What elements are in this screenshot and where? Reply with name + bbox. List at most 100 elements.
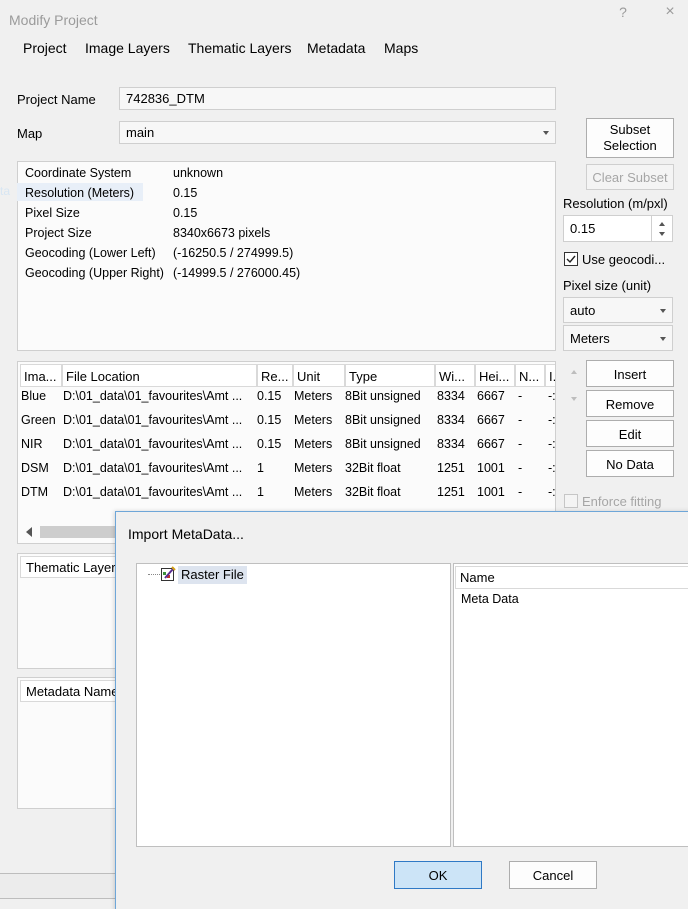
cell: 8334: [437, 437, 465, 451]
cell: Meters: [294, 437, 333, 451]
cell: Meters: [294, 485, 333, 499]
no-data-button[interactable]: No Data: [586, 450, 674, 477]
cell: 0.15: [257, 437, 282, 451]
col-header[interactable]: N...: [515, 364, 545, 387]
ok-button[interactable]: OK: [394, 861, 482, 889]
enforce-fitting-checkbox[interactable]: [564, 494, 578, 508]
col-header[interactable]: Type: [345, 364, 435, 387]
pixel-size-select[interactable]: auto: [563, 297, 673, 323]
close-icon[interactable]: ×: [660, 3, 680, 21]
spinner-buttons[interactable]: [651, 216, 672, 241]
map-select[interactable]: main: [119, 121, 556, 144]
table-row[interactable]: DSM D:\01_data\01_favourites\Amt ... 1 M…: [18, 458, 555, 482]
cell: -:: [548, 413, 556, 427]
name-column-header[interactable]: Name: [455, 566, 688, 589]
info-value: 8340x6673 pixels: [173, 226, 271, 240]
thematic-header[interactable]: Thematic Layer: [20, 556, 120, 578]
unit-select[interactable]: Meters: [563, 325, 673, 351]
edit-button[interactable]: Edit: [586, 420, 674, 447]
cell: Meters: [294, 389, 333, 403]
help-icon[interactable]: ?: [613, 4, 633, 22]
table-row[interactable]: Blue D:\01_data\01_favourites\Amt ... 0.…: [18, 386, 555, 410]
col-header[interactable]: File Location: [62, 364, 257, 387]
spin-down-icon[interactable]: [659, 232, 665, 236]
use-geocoding-checkbox[interactable]: [564, 252, 578, 266]
chevron-down-icon: [543, 131, 549, 135]
metadata-header[interactable]: Metadata Name: [20, 680, 120, 702]
spin-up-icon[interactable]: [659, 222, 665, 226]
info-key: Geocoding (Upper Right): [25, 266, 164, 280]
cell: 8334: [437, 389, 465, 403]
cell: 1: [257, 485, 264, 499]
info-key: Project Size: [25, 226, 92, 240]
cell: 1001: [477, 461, 505, 475]
tab-image-layers[interactable]: Image Layers: [85, 40, 170, 58]
project-name-input[interactable]: 742836_DTM: [119, 87, 556, 110]
tree-view[interactable]: [136, 563, 451, 847]
resolution-value: 0.15: [570, 221, 596, 236]
info-value: 0.15: [173, 206, 198, 220]
unit-value: Meters: [570, 331, 610, 346]
use-geocoding-label: Use geocodi...: [582, 252, 666, 267]
cell: D:\01_data\01_favourites\Amt ...: [63, 437, 243, 451]
resolution-label: Resolution (m/pxl): [563, 196, 668, 211]
insert-button[interactable]: Insert: [586, 360, 674, 387]
col-header[interactable]: Wi...: [435, 364, 475, 387]
col-header[interactable]: Ima...: [20, 364, 62, 387]
cell: 1: [257, 461, 264, 475]
cell: 8334: [437, 413, 465, 427]
tab-maps[interactable]: Maps: [384, 40, 418, 58]
cell: 1251: [437, 485, 465, 499]
info-value: (-16250.5 / 274999.5): [173, 246, 294, 260]
info-key: Geocoding (Lower Left): [25, 246, 156, 260]
move-down-icon[interactable]: [571, 397, 577, 401]
cell: Green: [21, 413, 56, 427]
info-key: Coordinate System: [25, 166, 132, 180]
cell: DTM: [21, 485, 49, 499]
clear-subset-button[interactable]: Clear Subset: [586, 164, 674, 190]
tab-project[interactable]: Project: [23, 40, 67, 58]
scroll-thumb[interactable]: [40, 526, 116, 538]
cell: 6667: [477, 437, 505, 451]
enforce-fitting-label: Enforce fitting: [582, 494, 662, 509]
col-header[interactable]: I...: [545, 364, 555, 387]
cell: -: [518, 437, 523, 451]
move-up-icon[interactable]: [571, 370, 577, 374]
cancel-button[interactable]: Cancel: [509, 861, 597, 889]
cell: -: [518, 461, 523, 475]
cell: DSM: [21, 461, 49, 475]
col-header[interactable]: Unit: [293, 364, 345, 387]
list-item[interactable]: Meta Data: [461, 592, 519, 606]
map-label: Map: [17, 126, 43, 141]
table-row[interactable]: DTM D:\01_data\01_favourites\Amt ... 1 M…: [18, 482, 555, 506]
chevron-down-icon: [660, 309, 666, 313]
col-header[interactable]: Re...: [257, 364, 293, 387]
cell: -: [518, 485, 523, 499]
cell: 1251: [437, 461, 465, 475]
project-name-label: Project Name: [17, 92, 96, 107]
cell: 8Bit unsigned: [345, 389, 421, 403]
remove-button[interactable]: Remove: [586, 390, 674, 417]
cell: 32Bit float: [345, 461, 401, 475]
window-title: Modify Project: [9, 12, 98, 28]
cell: 6667: [477, 389, 505, 403]
tab-thematic-layers[interactable]: Thematic Layers: [188, 40, 291, 58]
cell: 8Bit unsigned: [345, 437, 421, 451]
table-row[interactable]: Green D:\01_data\01_favourites\Amt ... 0…: [18, 410, 556, 434]
tree-item-raster-file[interactable]: Raster File: [178, 566, 247, 584]
cell: 32Bit float: [345, 485, 401, 499]
col-header[interactable]: Hei...: [475, 364, 515, 387]
info-key: Resolution (Meters): [25, 186, 135, 200]
cell: 1001: [477, 485, 505, 499]
pixel-size-value: auto: [570, 303, 596, 318]
ghost-text: ta: [0, 184, 11, 198]
tab-metadata[interactable]: Metadata: [307, 40, 365, 58]
table-row[interactable]: NIR D:\01_data\01_favourites\Amt ... 0.1…: [18, 434, 555, 458]
status-strip: [0, 873, 120, 899]
scroll-left-icon[interactable]: [26, 527, 32, 537]
map-select-value: main: [126, 125, 155, 140]
info-value: 0.15: [173, 186, 198, 200]
cell: D:\01_data\01_favourites\Amt ...: [63, 485, 243, 499]
cell: 0.15: [257, 413, 282, 427]
subset-selection-button[interactable]: Subset Selection: [586, 118, 674, 158]
